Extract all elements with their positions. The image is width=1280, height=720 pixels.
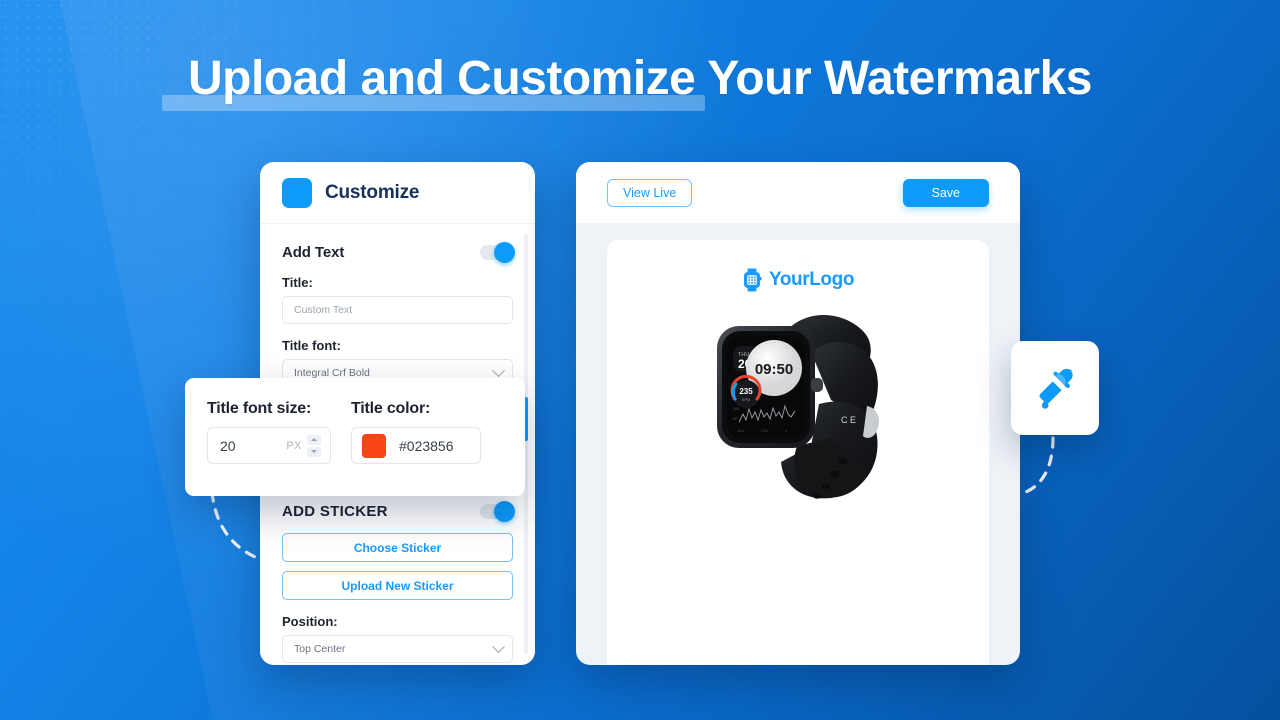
svg-text:80: 80 [733,417,737,421]
font-size-group: Title font size: 20 PX [207,400,331,496]
title-input-placeholder: Custom Text [294,304,353,316]
svg-text:SPM: SPM [741,397,750,402]
font-size-stepper[interactable]: 20 PX [207,427,331,464]
customize-app-icon [282,177,312,208]
watermark-logo-text: YourLogo [768,269,855,290]
page-title: Upload and Customize Your Watermarks [188,52,1092,105]
watermark-logo: YourLogo [607,240,989,292]
add-text-label: Add Text [282,244,345,261]
chevron-down-icon [492,639,505,653]
upload-new-sticker-label: Upload New Sticker [341,578,454,593]
svg-text:C E: C E [841,415,856,425]
eyedropper-icon [1039,368,1073,409]
svg-text:235: 235 [739,387,753,396]
title-field-label: Title: [282,275,313,290]
preview-panel-header: View Live Save [576,162,1020,223]
save-button[interactable]: Save [902,178,989,207]
svg-text:0: 0 [785,429,787,433]
svg-text:09:50: 09:50 [754,361,792,378]
title-input[interactable]: Custom Text [282,296,513,324]
svg-text:24 hr: 24 hr [737,429,745,433]
position-label: Position: [282,614,338,629]
upload-new-sticker-button[interactable]: Upload New Sticker [282,571,513,600]
title-color-picker[interactable]: #023856 [351,427,481,464]
title-style-popup: Title font size: 20 PX Title color: #023… [185,378,525,496]
preview-panel: View Live Save YourLogo C E THU 20 09:50… [576,162,1020,665]
svg-text:12 hr: 12 hr [761,429,769,433]
eyedropper-tool-card[interactable] [1011,341,1099,435]
choose-sticker-button[interactable]: Choose Sticker [282,533,513,562]
add-sticker-row: ADD STICKER [282,499,515,522]
view-live-label: View Live [623,185,677,200]
add-sticker-toggle-knob [494,501,515,522]
position-select[interactable]: Top Center [282,635,513,663]
stepper-up-button[interactable] [307,434,321,445]
smartwatch-product-image: C E THU 20 09:50 235 SPM 200 80 24 hr 12… [716,314,879,499]
position-value: Top Center [294,643,346,655]
preview-canvas: YourLogo C E THU 20 09:50 235 SPM 200 80… [607,240,989,665]
color-hex-value: #023856 [399,437,454,454]
add-sticker-toggle[interactable] [480,501,515,522]
title-color-label: Title color: [351,400,431,417]
save-label: Save [931,185,961,200]
title-font-label: Title font: [282,338,341,353]
font-size-value: 20 [220,437,236,454]
smartwatch-icon [743,268,762,292]
font-size-label: Title font size: [207,400,312,417]
add-sticker-label: ADD STICKER [282,503,388,520]
color-swatch[interactable] [362,433,386,458]
title-color-group: Title color: #023856 [351,400,481,496]
chevron-down-icon [492,363,505,377]
customize-panel-header: Customize [260,162,535,224]
page-title-wrapper: Upload and Customize Your Watermarks [0,48,1280,111]
stepper-down-button[interactable] [307,446,321,457]
customize-panel-title: Customize [325,181,420,203]
font-size-unit: PX [286,439,302,452]
view-live-button[interactable]: View Live [607,178,693,207]
stepper-arrows[interactable] [307,434,321,457]
product-image-wrapper: C E THU 20 09:50 235 SPM 200 80 24 hr 12… [607,296,989,511]
add-text-toggle-knob [494,242,515,263]
add-text-toggle[interactable] [480,242,515,263]
svg-text:200: 200 [733,407,739,411]
choose-sticker-label: Choose Sticker [353,540,442,555]
add-text-row: Add Text [282,224,515,263]
